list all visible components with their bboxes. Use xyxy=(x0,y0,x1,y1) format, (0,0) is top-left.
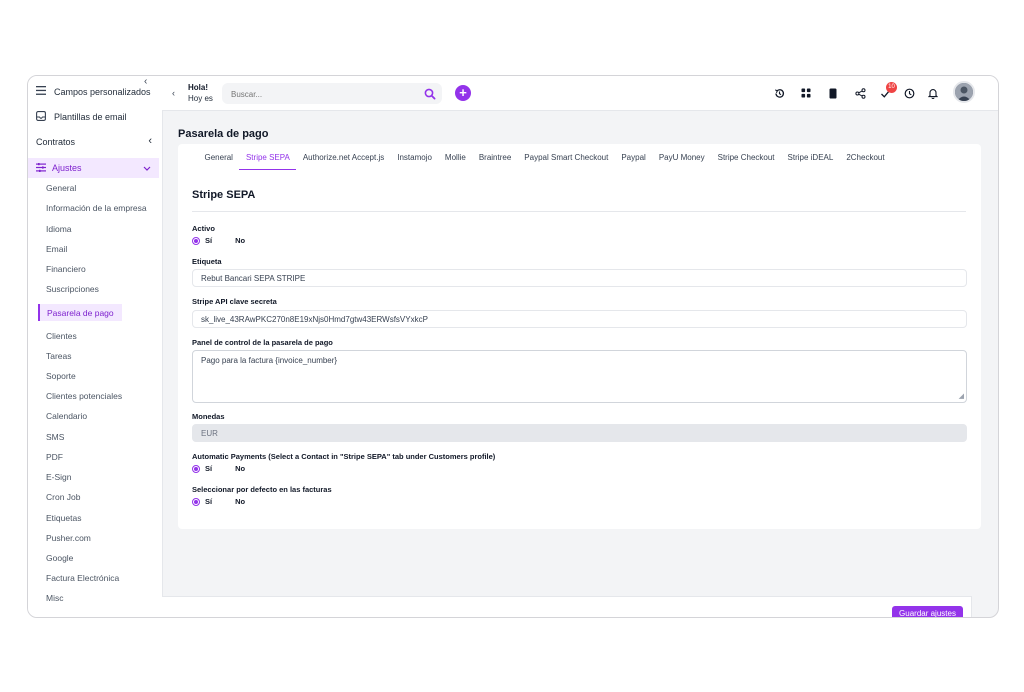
tab-paypal-smart-checkout[interactable]: Paypal Smart Checkout xyxy=(518,153,615,170)
sidebar-subitem-sms[interactable]: SMS xyxy=(46,432,64,442)
activo-label: Activo xyxy=(192,224,215,233)
chevron-down-icon xyxy=(143,163,151,173)
sidebar-subitem-factura-electronica[interactable]: Factura Electrónica xyxy=(46,573,119,583)
tab-stripe-sepa[interactable]: Stripe SEPA xyxy=(239,153,297,170)
tab-instamojo[interactable]: Instamojo xyxy=(391,153,439,170)
footer-bar: Guardar ajustes xyxy=(162,596,972,617)
sidebar-subitem-misc[interactable]: Misc xyxy=(46,593,63,603)
tab-stripe-checkout[interactable]: Stripe Checkout xyxy=(711,153,781,170)
auto-payments-no-radio[interactable]: No xyxy=(222,464,245,473)
sidebar-item-campos-personalizados[interactable]: Campos personalizados xyxy=(36,86,151,97)
sidebar-subitem-general[interactable]: General xyxy=(46,183,76,193)
share-icon[interactable] xyxy=(853,86,867,100)
api-key-input[interactable]: sk_live_43RAwPKC270n8E19xNjs0Hmd7gtw43ER… xyxy=(192,310,967,328)
tab-braintree[interactable]: Braintree xyxy=(472,153,517,170)
divider xyxy=(192,211,966,212)
default-invoice-no-radio[interactable]: No xyxy=(222,497,245,506)
chevron-left-icon: ‹ xyxy=(148,135,152,147)
sliders-icon xyxy=(36,162,46,174)
sidebar-subitem-suscripciones[interactable]: Suscripciones xyxy=(46,284,99,294)
apps-grid-icon[interactable] xyxy=(799,86,813,100)
auto-payments-label: Automatic Payments (Select a Contact in … xyxy=(192,452,496,461)
panel-label: Panel de control de la pasarela de pago xyxy=(192,338,333,347)
sidebar-subitem-cron-job[interactable]: Cron Job xyxy=(46,492,81,502)
sidebar-subitem-clientes-potenciales[interactable]: Clientes potenciales xyxy=(46,391,122,401)
tab-paypal[interactable]: Paypal xyxy=(615,153,652,170)
main-area: ‹ Hola! Hoy es + xyxy=(162,76,998,617)
sidebar-subitem-pdf[interactable]: PDF xyxy=(46,452,63,462)
activo-yes-radio[interactable]: Sí xyxy=(192,236,212,245)
activo-no-radio[interactable]: No xyxy=(222,236,245,245)
sidebar-subitem-label: Pasarela de pago xyxy=(47,307,114,318)
sidebar-subitem-etiquetas[interactable]: Etiquetas xyxy=(46,513,81,523)
panel-textarea[interactable]: Pago para la factura {invoice_number} ◢ xyxy=(192,350,967,403)
history-icon[interactable] xyxy=(772,86,786,100)
add-new-button[interactable]: + xyxy=(455,85,471,101)
sidebar-subitem-calendario[interactable]: Calendario xyxy=(46,411,87,421)
api-key-label: Stripe API clave secreta xyxy=(192,297,277,306)
tab-stripe-ideal[interactable]: Stripe iDEAL xyxy=(781,153,840,170)
etiqueta-label: Etiqueta xyxy=(192,257,222,266)
search-icon[interactable] xyxy=(424,87,436,105)
app-window: ‹ Campos personalizados Plantillas de em… xyxy=(27,75,999,618)
sidebar-subitem-pasarela-de-pago[interactable]: Pasarela de pago xyxy=(38,304,122,321)
tab-payu-money[interactable]: PayU Money xyxy=(652,153,711,170)
section-title: Stripe SEPA xyxy=(192,189,256,201)
sidebar-item-label: Plantillas de email xyxy=(54,112,127,122)
notification-count-badge: 10 xyxy=(886,82,897,93)
tab-mollie[interactable]: Mollie xyxy=(438,153,472,170)
activo-radio-group: Sí No xyxy=(192,236,245,245)
sidebar-section-contratos[interactable]: Contratos ‹ xyxy=(36,135,152,148)
sidebar-subitem-soporte[interactable]: Soporte xyxy=(46,371,76,381)
sidebar-subitem-e-sign[interactable]: E-Sign xyxy=(46,472,72,482)
greeting: Hola! Hoy es xyxy=(188,82,213,104)
sidebar-subitem-idioma[interactable]: Idioma xyxy=(46,224,72,234)
clock-icon[interactable] xyxy=(902,86,916,100)
monedas-label: Monedas xyxy=(192,412,225,421)
sidebar-section-ajustes[interactable]: Ajustes xyxy=(28,158,159,178)
menu-lines-icon xyxy=(36,86,46,97)
bell-icon[interactable] xyxy=(926,86,940,100)
tab-2checkout[interactable]: 2Checkout xyxy=(840,153,891,170)
search-box xyxy=(222,83,442,106)
sidebar-subitem-email[interactable]: Email xyxy=(46,244,67,254)
default-invoice-yes-radio[interactable]: Sí xyxy=(192,497,212,506)
auto-payments-yes-radio[interactable]: Sí xyxy=(192,464,212,473)
sidebar-section-label: Contratos xyxy=(36,137,76,147)
sidebar-subitem-tareas[interactable]: Tareas xyxy=(46,351,72,361)
sidebar-subitem-pusher[interactable]: Pusher.com xyxy=(46,533,91,543)
sidebar-subitem-clientes[interactable]: Clientes xyxy=(46,331,77,341)
search-input[interactable] xyxy=(222,83,413,106)
sidebar-item-label: Campos personalizados xyxy=(54,86,151,97)
panel-textarea-value: Pago para la factura {invoice_number} xyxy=(201,356,338,365)
top-bar: ‹ Hola! Hoy es + xyxy=(162,76,998,111)
etiqueta-input[interactable]: Rebut Bancari SEPA STRIPE xyxy=(192,269,967,287)
sidebar-subitem-financiero[interactable]: Financiero xyxy=(46,264,86,274)
mobile-device-icon[interactable] xyxy=(826,86,840,100)
greeting-title: Hola! xyxy=(188,83,208,92)
gateway-tabs: General Stripe SEPA Authorize.net Accept… xyxy=(198,153,891,170)
settings-card: General Stripe SEPA Authorize.net Accept… xyxy=(178,144,981,529)
sidebar-subitem-google[interactable]: Google xyxy=(46,553,73,563)
chevron-left-icon[interactable]: ‹ xyxy=(172,88,175,98)
sidebar-section-label: Ajustes xyxy=(52,163,82,173)
auto-payments-radio-group: Sí No xyxy=(192,464,245,473)
resize-handle-icon[interactable]: ◢ xyxy=(959,392,964,400)
tab-authorize-net[interactable]: Authorize.net Accept.js xyxy=(296,153,390,170)
sidebar-subitem-informacion-empresa[interactable]: Información de la empresa xyxy=(46,203,147,213)
monedas-input: EUR xyxy=(192,424,967,442)
save-settings-button[interactable]: Guardar ajustes xyxy=(892,606,963,617)
default-invoice-label: Seleccionar por defecto en las facturas xyxy=(192,485,332,494)
user-avatar[interactable] xyxy=(953,81,975,103)
sidebar-item-plantillas-email[interactable]: Plantillas de email xyxy=(36,111,127,123)
tab-general[interactable]: General xyxy=(198,153,239,170)
sidebar: ‹ Campos personalizados Plantillas de em… xyxy=(28,76,163,617)
greeting-subtitle: Hoy es xyxy=(188,94,213,103)
page-title: Pasarela de pago xyxy=(178,128,269,140)
email-template-icon xyxy=(36,111,46,123)
default-invoice-radio-group: Sí No xyxy=(192,497,245,506)
